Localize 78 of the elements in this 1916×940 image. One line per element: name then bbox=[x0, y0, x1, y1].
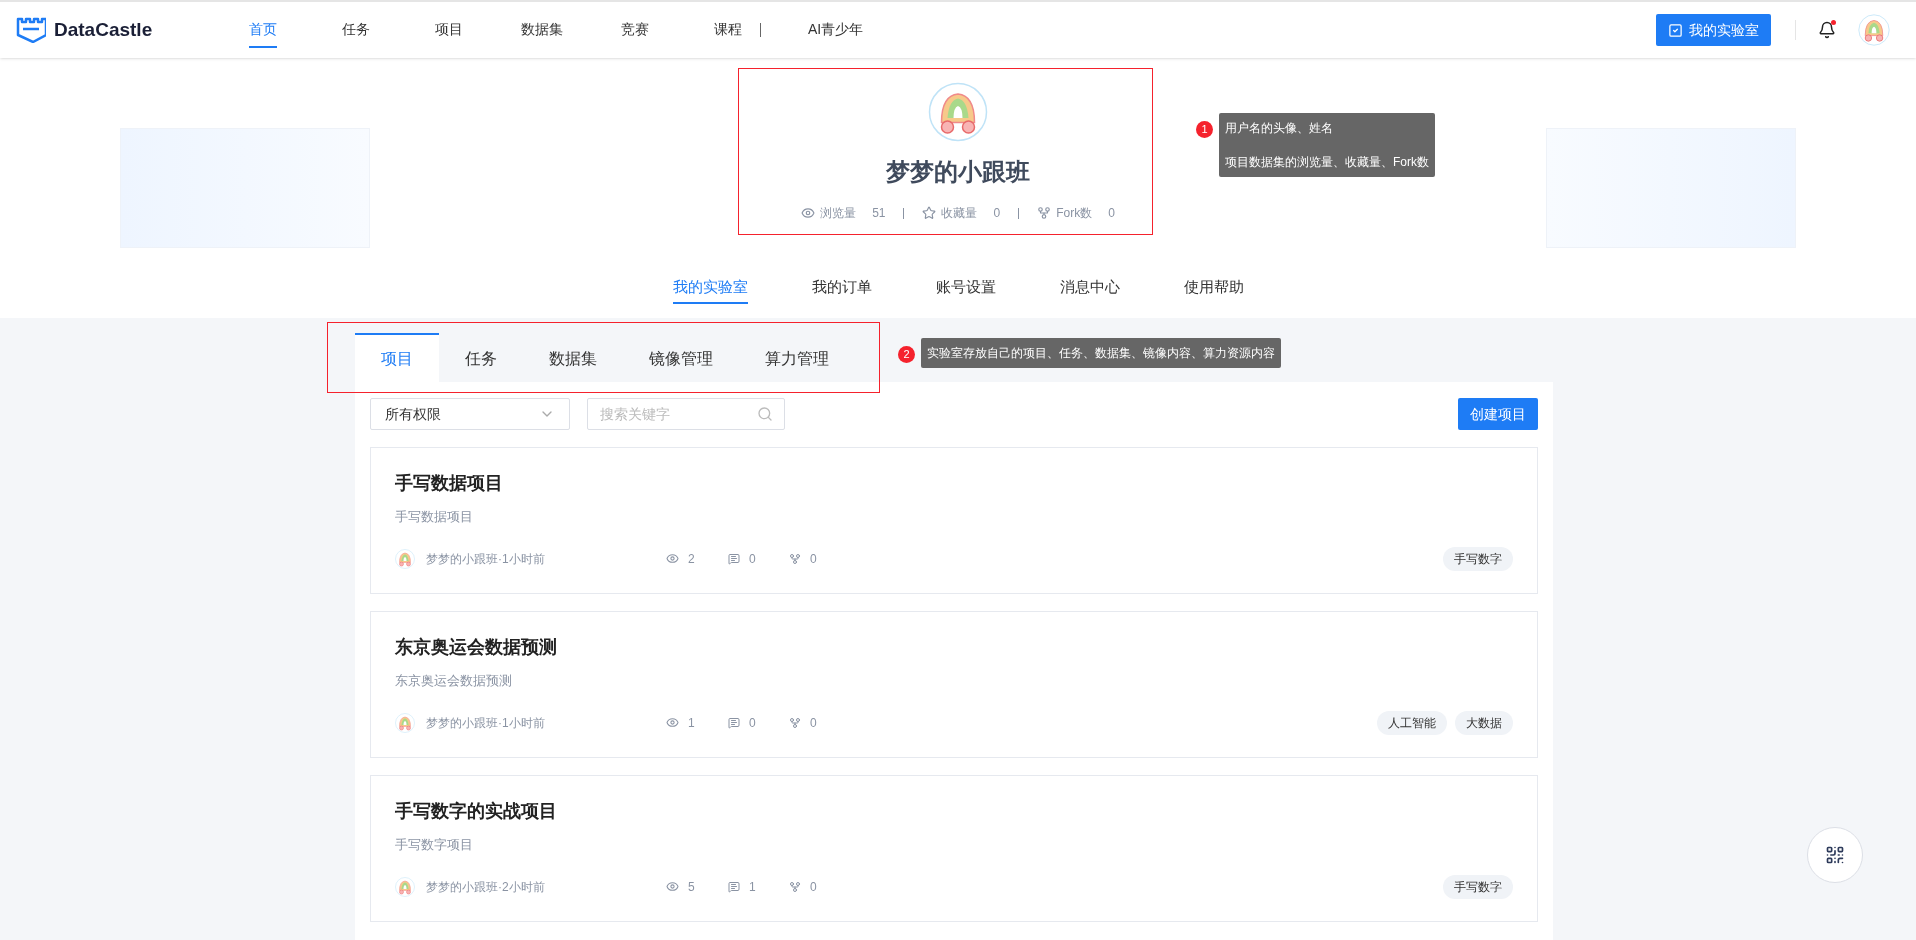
comment-icon bbox=[728, 552, 740, 565]
comment-icon bbox=[728, 880, 740, 893]
project-title: 东京奥运会数据预测 bbox=[395, 636, 558, 659]
author-and-time: 梦梦的小跟班·1小时前 bbox=[426, 714, 546, 732]
project-title: 手写数字的实战项目 bbox=[395, 800, 558, 823]
profile-tab[interactable]: 账号设置 bbox=[935, 275, 996, 304]
nav-link[interactable]: 数据集 bbox=[495, 2, 588, 58]
star-icon bbox=[922, 206, 937, 220]
view-count: 1 bbox=[688, 714, 696, 732]
comment-count: 0 bbox=[749, 550, 757, 568]
stat-label: 浏览量 bbox=[820, 205, 857, 222]
project-tag[interactable]: 手写数字 bbox=[1443, 546, 1513, 571]
author-avatar bbox=[395, 876, 415, 897]
nav-link[interactable]: 竞赛 bbox=[588, 2, 681, 58]
project-card[interactable]: 手写数据项目 手写数据项目 梦梦的小跟班·1小时前 2 0 0 手写数字 bbox=[370, 447, 1538, 594]
profile-avatar bbox=[928, 82, 988, 142]
project-tag[interactable]: 人工智能 bbox=[1377, 710, 1447, 735]
logo-text: DataCastle bbox=[54, 17, 153, 42]
search-field[interactable]: 搜索关键字 bbox=[587, 398, 785, 430]
fork-count: 0 bbox=[810, 714, 817, 732]
comment-count: 0 bbox=[749, 714, 757, 732]
lab-tab[interactable]: 项目 bbox=[355, 333, 439, 382]
project-card[interactable]: 东京奥运会数据预测 东京奥运会数据预测 梦梦的小跟班·1小时前 1 0 0 人工智能 大数据 bbox=[370, 611, 1538, 758]
annotation-text: 用户名的头像、姓名 bbox=[1225, 120, 1334, 137]
profile-tab[interactable]: 使用帮助 bbox=[1183, 275, 1244, 304]
fork-icon bbox=[789, 716, 801, 729]
comment-icon bbox=[728, 716, 740, 729]
project-card[interactable]: 手写数字的实战项目 手写数字项目 梦梦的小跟班·2小时前 5 1 0 手写数字 bbox=[370, 775, 1538, 922]
profile-tab[interactable]: 我的实验室 bbox=[672, 275, 748, 304]
nav-link[interactable]: 任务 bbox=[309, 2, 402, 58]
stat-label: Fork数 bbox=[1056, 205, 1093, 222]
author-and-time: 梦梦的小跟班·1小时前 bbox=[426, 550, 546, 568]
checkbox-icon bbox=[1668, 22, 1683, 38]
create-project-button[interactable]: 创建项目 bbox=[1458, 398, 1538, 430]
stat-value: 51 bbox=[872, 205, 886, 222]
permission-select[interactable]: 所有权限 bbox=[370, 398, 570, 430]
comment-count: 1 bbox=[749, 878, 757, 896]
user-avatar bbox=[1858, 14, 1890, 46]
annotation-text: 实验室存放自己的项目、任务、数据集、镜像内容、算力资源内容 bbox=[927, 345, 1275, 362]
profile-name: 梦梦的小跟班 bbox=[886, 157, 1030, 187]
view-count: 5 bbox=[688, 878, 696, 896]
profile-tab[interactable]: 消息中心 bbox=[1059, 275, 1120, 304]
fork-count: 0 bbox=[810, 550, 817, 568]
eye-icon bbox=[801, 206, 816, 220]
castle-logo-icon bbox=[16, 17, 46, 43]
project-tag[interactable]: 大数据 bbox=[1455, 710, 1513, 735]
search-icon bbox=[757, 406, 773, 422]
author-avatar bbox=[395, 712, 415, 733]
project-description: 手写数字项目 bbox=[395, 836, 474, 854]
nav-link[interactable]: 首页 bbox=[216, 2, 309, 58]
project-tag[interactable]: 手写数字 bbox=[1443, 874, 1513, 899]
fork-icon bbox=[1037, 206, 1052, 220]
nav-link[interactable]: AI青少年 bbox=[789, 2, 882, 58]
stat-value: 0 bbox=[1108, 205, 1115, 222]
stat-value: 0 bbox=[993, 205, 1001, 222]
profile-tab[interactable]: 我的订单 bbox=[811, 275, 872, 304]
project-title: 手写数据项目 bbox=[395, 472, 504, 495]
fork-count: 0 bbox=[810, 878, 817, 896]
project-description: 手写数据项目 bbox=[395, 508, 474, 526]
author-and-time: 梦梦的小跟班·2小时前 bbox=[426, 878, 546, 896]
fork-icon bbox=[789, 552, 801, 565]
stat-label: 收藏量 bbox=[941, 205, 978, 222]
author-avatar bbox=[395, 548, 415, 569]
qr-code-button[interactable] bbox=[1807, 827, 1863, 883]
project-description: 东京奥运会数据预测 bbox=[395, 672, 513, 690]
eye-icon bbox=[666, 552, 679, 565]
annotation-number-badge: 2 bbox=[898, 346, 915, 363]
view-count: 2 bbox=[688, 550, 696, 568]
fork-icon bbox=[789, 880, 801, 893]
notification-bell-icon[interactable] bbox=[1818, 21, 1836, 39]
annotation-text: 项目数据集的浏览量、收藏量、Fork数 bbox=[1225, 154, 1429, 171]
my-lab-button[interactable]: 我的实验室 bbox=[1656, 14, 1771, 46]
qr-code-icon bbox=[1825, 845, 1845, 865]
nav-link[interactable]: 项目 bbox=[402, 2, 495, 58]
nav-link[interactable]: 课程 bbox=[681, 2, 774, 58]
annotation-number-badge: 1 bbox=[1196, 121, 1213, 138]
eye-icon bbox=[666, 716, 679, 729]
eye-icon bbox=[666, 880, 679, 893]
